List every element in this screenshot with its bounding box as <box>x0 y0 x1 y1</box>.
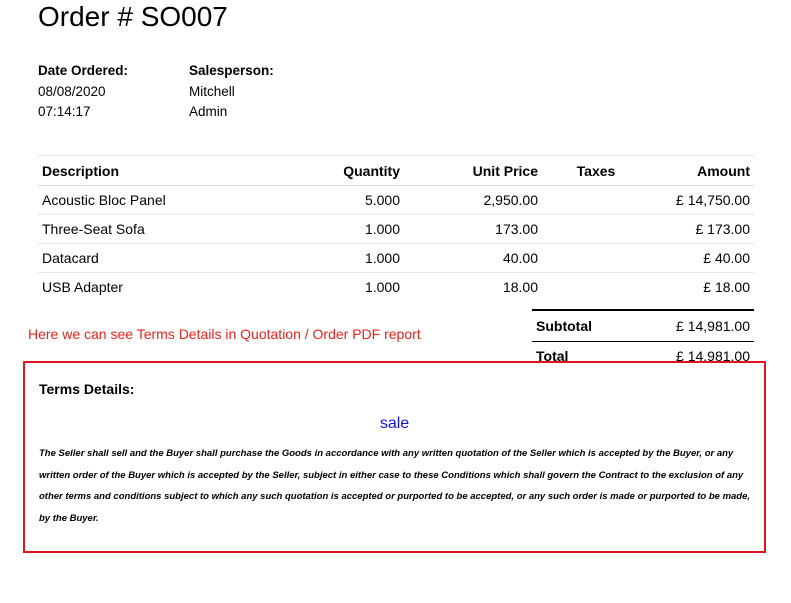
header-quantity: Quantity <box>296 155 404 186</box>
header-amount: Amount <box>650 155 754 186</box>
cell-taxes <box>542 243 650 273</box>
cell-unit-price: 40.00 <box>404 243 542 273</box>
date-ordered-block: Date Ordered: 08/08/2020 07:14:17 <box>38 61 128 122</box>
salesperson-name-line1: Mitchell <box>189 84 235 99</box>
subtotal-value: £ 14,981.00 <box>676 318 750 334</box>
table-row: Three-Seat Sofa 1.000 173.00 £ 173.00 <box>38 214 754 244</box>
terms-keyword: sale <box>379 415 410 432</box>
date-ordered-time: 07:14:17 <box>38 104 91 119</box>
cell-description: Datacard <box>38 243 296 273</box>
cell-unit-price: 18.00 <box>502 279 538 295</box>
cell-quantity: 1.000 <box>296 243 404 273</box>
terms-text: The Seller shall sell and the Buyer shal… <box>39 448 751 524</box>
page-title: Order # SO007 <box>38 1 228 32</box>
date-ordered-label: Date Ordered: <box>38 63 129 78</box>
cell-quantity: 1.000 <box>364 279 400 295</box>
cell-taxes <box>542 214 650 244</box>
order-lines-table: Description Quantity Unit Price Taxes Am… <box>38 155 754 301</box>
header-taxes: Taxes <box>542 155 650 186</box>
table-row: Acoustic Bloc Panel 5.000 2,950.00 £ 14,… <box>38 185 754 215</box>
cell-unit-price: 2,950.00 <box>404 185 542 215</box>
cell-amount: £ 14,750.00 <box>650 185 754 215</box>
subtotal-row: Subtotal £ 14,981.00 <box>532 309 754 341</box>
cell-taxes <box>542 273 650 302</box>
annotation-note: Here we can see Terms Details in Quotati… <box>28 326 421 342</box>
header-description: Description <box>38 155 296 186</box>
date-ordered-date: 08/08/2020 <box>38 84 106 99</box>
cell-amount: £ 40.00 <box>650 243 754 273</box>
cell-amount: £ 18.00 <box>703 279 750 295</box>
terms-details-box: Terms Details: sale The Seller shall sel… <box>23 361 766 553</box>
cell-amount: £ 173.00 <box>650 214 754 244</box>
table-row: Datacard 1.000 40.00 £ 40.00 <box>38 243 754 273</box>
table-header-row: Description Quantity Unit Price Taxes Am… <box>38 155 754 186</box>
salesperson-block: Salesperson: Mitchell Admin <box>189 61 274 122</box>
salesperson-label: Salesperson: <box>189 63 274 78</box>
terms-heading: Terms Details: <box>39 381 135 397</box>
header-unit-price: Unit Price <box>404 155 542 186</box>
cell-description: Three-Seat Sofa <box>38 214 296 244</box>
cell-quantity: 5.000 <box>296 185 404 215</box>
cell-quantity: 1.000 <box>296 214 404 244</box>
cell-description: USB Adapter <box>42 279 123 295</box>
subtotal-label: Subtotal <box>536 318 592 334</box>
salesperson-name-line2: Admin <box>189 104 228 119</box>
cell-description: Acoustic Bloc Panel <box>38 185 296 215</box>
table-row: USB Adapter 1.000 18.00 £ 18.00 <box>38 273 754 302</box>
cell-taxes <box>542 185 650 215</box>
cell-unit-price: 173.00 <box>404 214 542 244</box>
